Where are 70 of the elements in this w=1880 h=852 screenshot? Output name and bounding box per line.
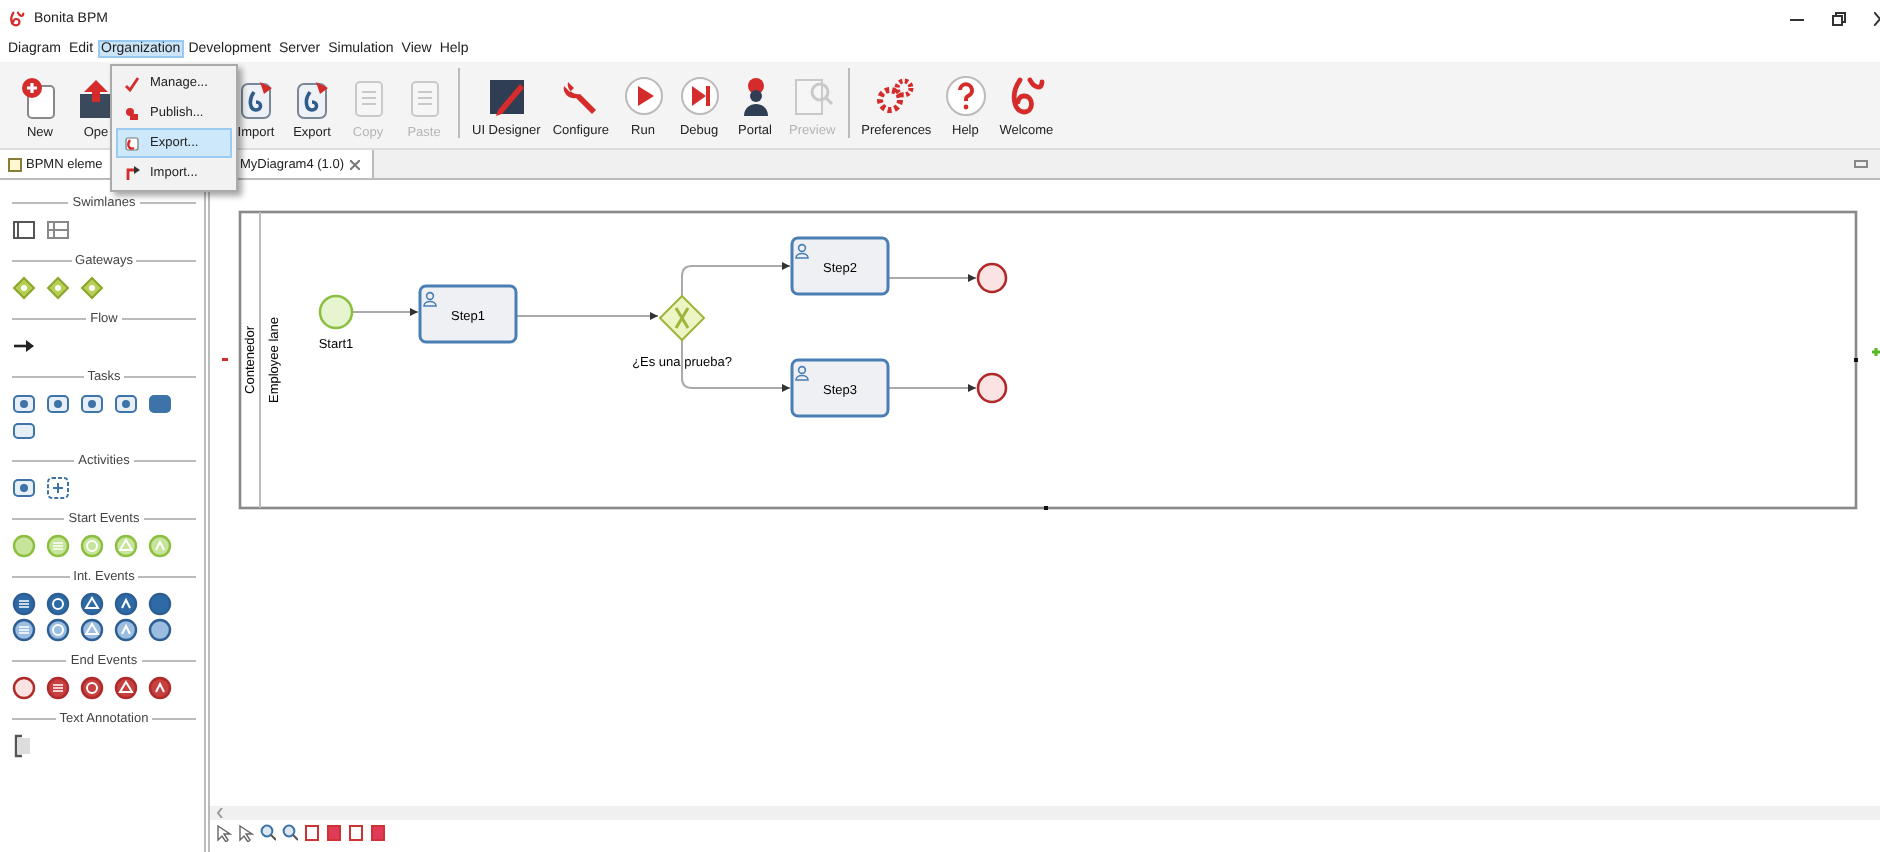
gateway-icon[interactable] bbox=[80, 276, 104, 300]
start-event-icon[interactable] bbox=[80, 534, 104, 558]
intermediate-event-icon[interactable] bbox=[80, 618, 104, 642]
intermediate-event-icon[interactable] bbox=[114, 592, 138, 616]
selection-marker bbox=[222, 358, 228, 361]
gateway-icon[interactable] bbox=[46, 276, 70, 300]
start-event[interactable] bbox=[318, 294, 354, 330]
task-icon[interactable] bbox=[148, 392, 172, 416]
export-icon bbox=[124, 135, 140, 151]
task-node[interactable] bbox=[418, 284, 518, 344]
sequence-flow[interactable] bbox=[681, 339, 791, 392]
intermediate-event-icon[interactable] bbox=[148, 618, 172, 642]
align-icon[interactable] bbox=[304, 824, 320, 842]
distribute-icon[interactable] bbox=[326, 824, 342, 842]
annotation-icon[interactable] bbox=[12, 734, 36, 758]
start-event-icon[interactable] bbox=[148, 534, 172, 558]
import-icon bbox=[124, 165, 140, 181]
resize-handle[interactable] bbox=[1854, 358, 1858, 362]
intermediate-event-icon[interactable] bbox=[46, 618, 70, 642]
designer-icon bbox=[484, 74, 529, 118]
restore-icon[interactable] bbox=[1832, 11, 1846, 25]
task-icon[interactable] bbox=[114, 392, 138, 416]
sequence-flow[interactable] bbox=[515, 312, 659, 320]
sequence-flow[interactable] bbox=[351, 308, 419, 316]
debug-icon bbox=[677, 74, 722, 118]
layout-icon[interactable] bbox=[370, 824, 386, 842]
task-icon[interactable] bbox=[12, 392, 36, 416]
app-logo-icon bbox=[8, 9, 26, 27]
gateway-icon[interactable] bbox=[12, 276, 36, 300]
task-node[interactable] bbox=[790, 358, 890, 418]
zoom-in-icon[interactable] bbox=[260, 824, 276, 842]
manage-icon bbox=[124, 75, 140, 91]
end-event-icon[interactable] bbox=[80, 676, 104, 700]
end-event-icon[interactable] bbox=[12, 676, 36, 700]
task-icon[interactable] bbox=[12, 476, 36, 500]
end-event[interactable] bbox=[976, 262, 1008, 294]
intermediate-event-icon[interactable] bbox=[148, 592, 172, 616]
lane-icon[interactable] bbox=[46, 218, 70, 242]
task-icon[interactable] bbox=[12, 418, 36, 442]
preview-icon bbox=[790, 74, 835, 118]
subprocess-icon[interactable] bbox=[46, 476, 70, 500]
sequence-flow[interactable] bbox=[887, 384, 977, 392]
start-event-icon[interactable] bbox=[114, 534, 138, 558]
resize-handle[interactable] bbox=[1044, 506, 1048, 510]
help-icon bbox=[943, 74, 988, 118]
end-event[interactable] bbox=[976, 372, 1008, 404]
select-icon[interactable] bbox=[216, 824, 232, 842]
pool-icon[interactable] bbox=[12, 218, 36, 242]
run-icon bbox=[621, 74, 666, 118]
start-event-icon[interactable] bbox=[12, 534, 36, 558]
marquee-icon[interactable] bbox=[238, 824, 254, 842]
intermediate-event-icon[interactable] bbox=[46, 592, 70, 616]
end-event-icon[interactable] bbox=[114, 676, 138, 700]
task-icon[interactable] bbox=[80, 392, 104, 416]
intermediate-event-icon[interactable] bbox=[114, 618, 138, 642]
intermediate-event-icon[interactable] bbox=[12, 592, 36, 616]
sequence-flow[interactable] bbox=[887, 274, 977, 282]
intermediate-event-icon[interactable] bbox=[80, 592, 104, 616]
preferences-icon bbox=[874, 74, 919, 118]
task-icon[interactable] bbox=[46, 392, 70, 416]
palette-icon bbox=[8, 157, 22, 171]
start-event-icon[interactable] bbox=[46, 534, 70, 558]
resize-icon[interactable] bbox=[348, 824, 364, 842]
zoom-out-icon[interactable] bbox=[282, 824, 298, 842]
end-event-icon[interactable] bbox=[46, 676, 70, 700]
arrow-icon[interactable] bbox=[12, 334, 36, 358]
intermediate-event-icon[interactable] bbox=[12, 618, 36, 642]
task-node[interactable] bbox=[790, 236, 890, 296]
publish-icon bbox=[124, 105, 140, 121]
end-event-icon[interactable] bbox=[148, 676, 172, 700]
